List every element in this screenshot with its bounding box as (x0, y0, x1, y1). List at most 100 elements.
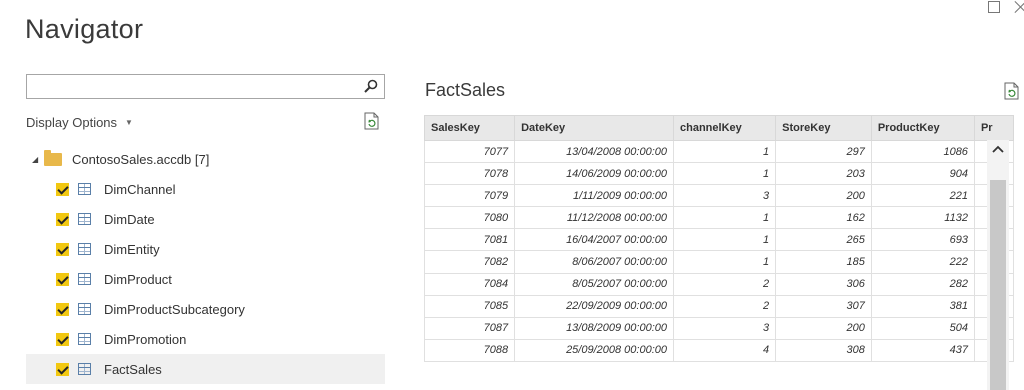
checkbox-checked-icon[interactable] (56, 302, 69, 316)
table-icon (78, 333, 91, 345)
display-options-dropdown[interactable]: Display Options ▼ (26, 115, 133, 130)
table-row: 7088 25/09/2008 00:00:00 4 308 437 (424, 338, 1014, 362)
table-cell: 7081 (424, 228, 516, 252)
checkbox-checked-icon[interactable] (56, 182, 69, 196)
table-cell: 1 (672, 139, 777, 164)
table-icon (78, 183, 91, 195)
table-cell: 4 (672, 338, 777, 362)
scrollbar-thumb[interactable] (990, 180, 1006, 390)
table-cell: 7082 (424, 250, 516, 274)
table-icon (78, 213, 91, 225)
search-input[interactable] (26, 74, 385, 99)
chevron-down-icon: ▼ (125, 118, 133, 127)
checkbox-checked-icon[interactable] (56, 332, 69, 346)
table-cell: 200 (775, 316, 872, 340)
table-cell: 1086 (870, 139, 975, 164)
tree-item-dimdate[interactable]: DimDate (26, 204, 385, 234)
column-header[interactable]: DateKey (514, 115, 674, 141)
tree-root-database[interactable]: ◢ ContosoSales.accdb [7] (26, 144, 385, 174)
column-header[interactable]: channelKey (672, 115, 777, 141)
table-cell: 437 (870, 338, 975, 362)
navigator-tree: ◢ ContosoSales.accdb [7] DimChannel DimD… (26, 144, 385, 384)
table-cell: 8/06/2007 00:00:00 (514, 250, 674, 274)
table-cell: 3 (672, 316, 777, 340)
table-icon (78, 243, 91, 255)
table-cell: 222 (870, 250, 975, 274)
tree-item-factsales[interactable]: FactSales (26, 354, 385, 384)
search-icon[interactable] (364, 79, 378, 93)
table-row: 7077 13/04/2008 00:00:00 1 297 1086 (424, 139, 1014, 164)
maximize-icon[interactable] (986, 0, 1000, 16)
table-cell: 7078 (424, 162, 516, 186)
table-cell: 308 (775, 338, 872, 362)
table-cell: 13/04/2008 00:00:00 (514, 139, 674, 164)
tree-item-label: DimProductSubcategory (104, 301, 245, 317)
table-row: 7078 14/06/2009 00:00:00 1 203 904 (424, 162, 1014, 186)
table-cell: 2 (672, 272, 777, 296)
table-cell: 307 (775, 294, 872, 318)
table-row: 7087 13/08/2009 00:00:00 3 200 504 (424, 316, 1014, 340)
tree-item-label: DimDate (104, 211, 155, 227)
table-row: 7079 1/11/2009 00:00:00 3 200 221 (424, 184, 1014, 208)
table-cell: 203 (775, 162, 872, 186)
page-title: Navigator (25, 14, 144, 44)
tree-item-dimpromotion[interactable]: DimPromotion (26, 324, 385, 354)
column-header[interactable]: Pr (973, 115, 1014, 141)
table-cell: 904 (870, 162, 975, 186)
vertical-scrollbar[interactable] (987, 140, 1009, 390)
checkbox-checked-icon[interactable] (56, 362, 69, 376)
tree-root-label: ContosoSales.accdb [7] (72, 151, 210, 167)
table-cell: 22/09/2009 00:00:00 (514, 294, 674, 318)
column-header[interactable]: ProductKey (870, 115, 975, 141)
column-header[interactable]: StoreKey (775, 115, 872, 141)
table-cell: 8/05/2007 00:00:00 (514, 272, 674, 296)
tree-item-label: DimProduct (104, 271, 172, 287)
close-icon[interactable] (1014, 0, 1024, 16)
column-header[interactable]: SalesKey (424, 115, 516, 141)
table-cell: 7088 (424, 338, 516, 362)
tree-item-label: DimEntity (104, 241, 160, 257)
table-cell: 1 (672, 162, 777, 186)
tree-item-dimentity[interactable]: DimEntity (26, 234, 385, 264)
table-cell: 265 (775, 228, 872, 252)
table-row: 7081 16/04/2007 00:00:00 1 265 693 (424, 228, 1014, 252)
checkbox-checked-icon[interactable] (56, 242, 69, 256)
tree-item-label: DimChannel (104, 181, 176, 197)
table-cell: 7079 (424, 184, 516, 208)
table-cell: 504 (870, 316, 975, 340)
table-cell: 185 (775, 250, 872, 274)
display-options-label: Display Options (26, 115, 118, 130)
chevron-up-icon[interactable] (991, 142, 1005, 156)
refresh-icon[interactable] (1004, 82, 1020, 100)
table-cell: 25/09/2008 00:00:00 (514, 338, 674, 362)
table-cell: 1 (672, 228, 777, 252)
table-cell: 7087 (424, 316, 516, 340)
table-row: 7080 11/12/2008 00:00:00 1 162 1132 (424, 206, 1014, 230)
table-cell: 7080 (424, 206, 516, 230)
table-row: 7082 8/06/2007 00:00:00 1 185 222 (424, 250, 1014, 274)
tree-item-dimproduct[interactable]: DimProduct (26, 264, 385, 294)
table-cell: 1 (672, 206, 777, 230)
table-cell: 16/04/2007 00:00:00 (514, 228, 674, 252)
table-cell: 200 (775, 184, 872, 208)
table-row: 7085 22/09/2009 00:00:00 2 307 381 (424, 294, 1014, 318)
table-cell: 14/06/2009 00:00:00 (514, 162, 674, 186)
table-cell: 297 (775, 139, 872, 164)
checkbox-checked-icon[interactable] (56, 272, 69, 286)
checkbox-checked-icon[interactable] (56, 212, 69, 226)
table-cell: 381 (870, 294, 975, 318)
table-cell: 282 (870, 272, 975, 296)
refresh-icon[interactable] (364, 112, 380, 130)
collapse-triangle-icon[interactable]: ◢ (32, 155, 44, 164)
table-cell: 2 (672, 294, 777, 318)
tree-item-dimchannel[interactable]: DimChannel (26, 174, 385, 204)
table-cell: 1/11/2009 00:00:00 (514, 184, 674, 208)
table-cell: 306 (775, 272, 872, 296)
tree-item-dimproductsubcategory[interactable]: DimProductSubcategory (26, 294, 385, 324)
table-icon (78, 363, 91, 375)
table-cell: 221 (870, 184, 975, 208)
table-cell: 1 (672, 250, 777, 274)
table-cell: 11/12/2008 00:00:00 (514, 206, 674, 230)
folder-icon (44, 149, 62, 166)
preview-grid[interactable]: SalesKey DateKey channelKey StoreKey Pro… (424, 115, 1014, 390)
